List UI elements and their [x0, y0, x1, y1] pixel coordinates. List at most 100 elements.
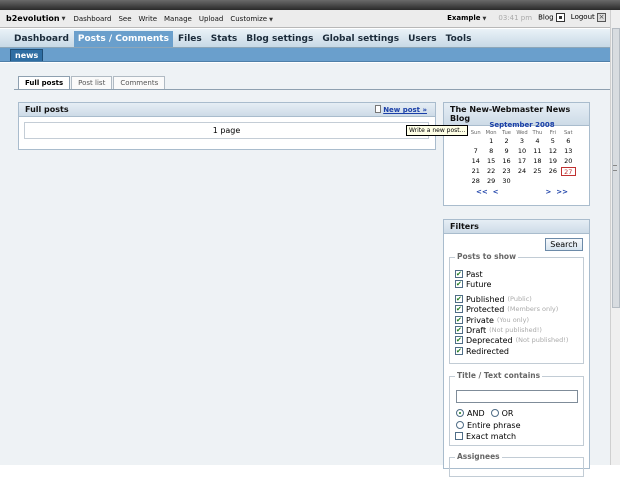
tab-comments[interactable]: Comments [113, 76, 166, 89]
calendar-day[interactable]: 26 [545, 167, 560, 176]
and-label: AND [467, 408, 485, 418]
calendar-day[interactable]: 5 [545, 137, 560, 146]
topbar-dashboard[interactable]: Dashboard [73, 15, 111, 23]
filter-checkbox-future[interactable] [455, 280, 463, 288]
calendar-day[interactable]: 6 [561, 137, 576, 146]
filter-label: Deprecated [466, 335, 513, 345]
calendar-day[interactable]: 17 [514, 157, 529, 166]
calendar-day[interactable]: 29 [483, 177, 498, 186]
calendar-day[interactable]: 10 [514, 147, 529, 156]
day-header: Wed [516, 130, 528, 136]
filter-checkbox-published[interactable] [455, 295, 463, 303]
topbar-manage[interactable]: Manage [164, 15, 192, 23]
tab-post-list[interactable]: Post list [71, 76, 113, 89]
new-post-link[interactable]: New post » [375, 105, 427, 114]
nav-blog-settings[interactable]: Blog settings [242, 34, 317, 47]
blog-tab-news[interactable]: news [10, 49, 44, 61]
next-month-link[interactable]: > [546, 188, 552, 196]
title-text-legend: Title / Text contains [455, 371, 543, 380]
filter-checkbox-deprecated[interactable] [455, 336, 463, 344]
tab-full-posts[interactable]: Full posts [18, 76, 71, 89]
calendar-empty-cell [545, 177, 560, 186]
title-text-input[interactable] [456, 390, 578, 403]
calendar-month: September 2008 [489, 121, 555, 129]
new-document-icon [375, 105, 382, 113]
brand-menu[interactable]: b2evolution [6, 14, 60, 23]
tab-divider [14, 89, 610, 90]
prev-month-link[interactable]: < [493, 188, 499, 196]
chevron-down-icon[interactable]: ▼ [62, 16, 66, 22]
calendar-day[interactable]: 4 [530, 137, 545, 146]
filters-title: Filters [450, 222, 479, 231]
or-radio[interactable] [490, 409, 499, 417]
calendar-day[interactable]: 24 [514, 167, 529, 176]
calendar-day[interactable]: 13 [561, 147, 576, 156]
calendar-empty-cell [468, 137, 483, 146]
calendar-empty-cell [514, 177, 529, 186]
calendar-day[interactable]: 22 [483, 167, 498, 176]
calendar-day[interactable]: 14 [468, 157, 483, 166]
calendar-day[interactable]: 7 [468, 147, 483, 156]
blog-icon [555, 13, 565, 22]
search-button[interactable]: Search [545, 238, 583, 251]
nav-files[interactable]: Files [174, 34, 206, 47]
calendar-day[interactable]: 11 [530, 147, 545, 156]
nav-stats[interactable]: Stats [207, 34, 242, 47]
calendar-day[interactable]: 8 [483, 147, 498, 156]
calendar-day[interactable]: 15 [483, 157, 498, 166]
vertical-scrollbar[interactable] [610, 10, 620, 465]
nav-dashboard[interactable]: Dashboard [10, 34, 73, 47]
calendar-day[interactable]: 2 [499, 137, 514, 146]
calendar-day[interactable]: 3 [514, 137, 529, 146]
entire-phrase-radio[interactable] [456, 421, 464, 429]
topbar-see[interactable]: See [118, 15, 131, 23]
calendar-day[interactable]: 27 [560, 167, 576, 176]
full-posts-title: Full posts [25, 105, 69, 114]
filter-option-past: Past [455, 269, 483, 279]
topbar-customize[interactable]: Customize ▼ [230, 15, 273, 23]
filter-checkbox-draft[interactable] [455, 326, 463, 334]
filter-checkbox-past[interactable] [455, 270, 463, 278]
filter-hint: (Members only) [507, 305, 559, 313]
top-menu-bar: b2evolution ▼ Dashboard See Write Manage … [0, 10, 610, 28]
nav-posts-comments[interactable]: Posts / Comments [73, 31, 173, 47]
nav-users[interactable]: Users [404, 34, 441, 47]
calendar-day[interactable]: 12 [545, 147, 560, 156]
topbar-write[interactable]: Write [139, 15, 157, 23]
filter-option-published: Published(Public) [455, 294, 532, 304]
blog-link[interactable]: Blog [538, 13, 565, 22]
calendar-day[interactable]: 16 [499, 157, 514, 166]
calendar-day[interactable]: 9 [499, 147, 514, 156]
and-radio[interactable] [456, 409, 464, 417]
exact-match-checkbox[interactable] [455, 432, 463, 440]
prev-year-link[interactable]: << [476, 188, 488, 196]
calendar-day[interactable]: 25 [530, 167, 545, 176]
filter-hint: (Public) [507, 295, 532, 303]
calendar-day[interactable]: 18 [530, 157, 545, 166]
calendar-day[interactable]: 20 [561, 157, 576, 166]
filter-label: Protected [466, 304, 505, 314]
nav-tools[interactable]: Tools [442, 34, 476, 47]
full-posts-header: Full posts New post » [19, 103, 435, 117]
calendar-day[interactable]: 28 [468, 177, 483, 186]
exact-match-label: Exact match [466, 431, 517, 441]
calendar-day[interactable]: 19 [545, 157, 560, 166]
filter-label: Published [466, 294, 505, 304]
filter-checkbox-private[interactable] [455, 316, 463, 324]
blog-selector[interactable]: Example ▼ [447, 14, 486, 22]
next-year-link[interactable]: >> [556, 188, 568, 196]
logout-link[interactable]: Logout × [571, 13, 606, 22]
filters-header: Filters [444, 220, 589, 234]
blog-link-label: Blog [538, 13, 554, 22]
nav-global-settings[interactable]: Global settings [318, 34, 403, 47]
filter-checkbox-protected[interactable] [455, 305, 463, 313]
topbar-upload[interactable]: Upload [199, 15, 224, 23]
calendar-day[interactable]: 1 [483, 137, 498, 146]
main-navigation: Dashboard Posts / Comments Files Stats B… [0, 29, 610, 48]
calendar-day[interactable]: 30 [499, 177, 514, 186]
calendar-day[interactable]: 23 [499, 167, 514, 176]
filter-label: Draft [466, 325, 487, 335]
calendar-day[interactable]: 21 [468, 167, 483, 176]
filter-checkbox-redirected[interactable] [455, 347, 463, 355]
assignees-legend: Assignees [455, 452, 502, 461]
